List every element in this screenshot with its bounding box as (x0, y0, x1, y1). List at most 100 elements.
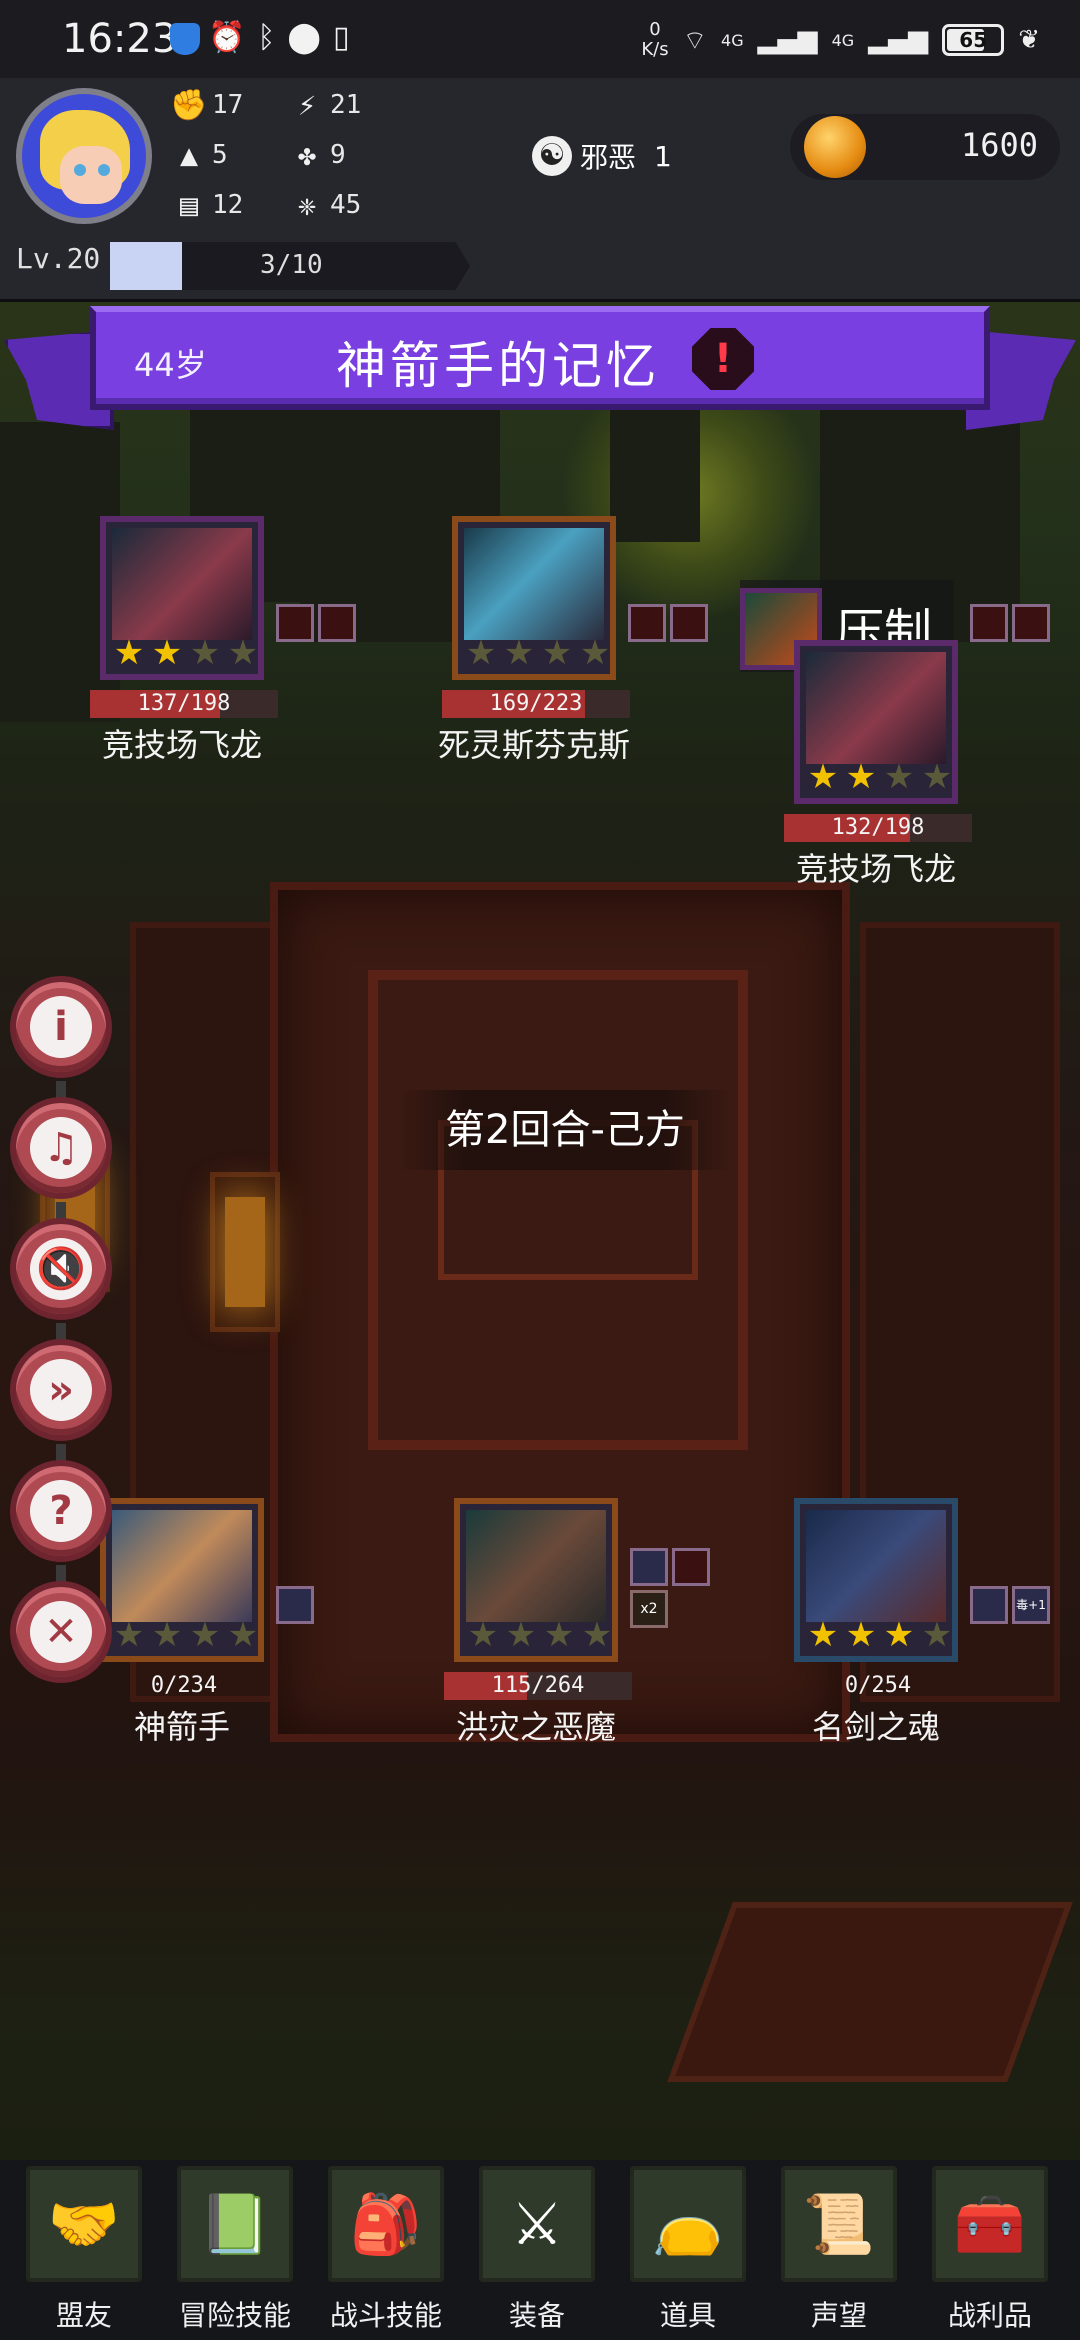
skill-icon[interactable] (628, 604, 666, 642)
nav-label: 战利品 (947, 2299, 1032, 2332)
unit-name: 死灵斯芬克斯 (437, 726, 630, 764)
nav-item-treasure-chest[interactable]: 🧰 战利品 (920, 2166, 1060, 2336)
star-empty-icon: ★ (262, 1618, 264, 1652)
nav-item-crossed-swords[interactable]: ⚔ 装备 (467, 2166, 607, 2336)
nav-item-scroll[interactable]: 📜 声望 (769, 2166, 909, 2336)
gold-amount: 1600 (960, 126, 1038, 164)
unit-portrait[interactable]: ★★★★★ (794, 640, 958, 804)
unit-name: 名剑之魂 (811, 1708, 940, 1746)
nav-item-pouch[interactable]: 👝 道具 (618, 2166, 758, 2336)
xp-bar: 3/10 (110, 242, 470, 290)
gold-coin-icon (804, 116, 866, 178)
sound-off-button[interactable]: 🔇 (10, 1218, 112, 1320)
star-empty-icon: ★ (883, 757, 915, 797)
unit-skills (276, 1586, 314, 1624)
star-empty-icon: ★ (616, 1618, 618, 1652)
close-icon: ✕ (30, 1601, 92, 1663)
signal-icon: ▂▄▆ (757, 25, 818, 55)
leaf-icon: ❦ (1018, 25, 1040, 55)
unit-portrait[interactable]: ★★★★★ (452, 516, 616, 680)
handshake-icon: 🤝 (26, 2166, 142, 2282)
star-rating: ★★★★★ (110, 1615, 264, 1655)
star-empty-icon: ★ (921, 757, 953, 797)
hp-bar: 115/264 (444, 1672, 632, 1700)
star-empty-icon: ★ (541, 633, 573, 673)
alignment: ☯ 邪恶 1 (532, 136, 672, 176)
hp-bar: 132/198 (784, 814, 972, 842)
skill-icon[interactable] (318, 604, 356, 642)
alignment-value: 1 (654, 139, 672, 173)
avatar[interactable] (16, 88, 152, 224)
star-rating: ★★★★★ (804, 1615, 958, 1655)
skill-icon[interactable]: 毒+1 (1012, 1586, 1050, 1624)
star-empty-icon: ★ (189, 633, 221, 673)
round-indicator: 第2回合-己方 (400, 1090, 730, 1170)
star-empty-icon: ★ (579, 633, 611, 673)
stat-magic: ▲ 5 (172, 137, 228, 173)
pouch-icon: 👝 (630, 2166, 746, 2282)
yin-yang-icon: ☯ (532, 136, 572, 176)
skill-icon[interactable] (970, 604, 1008, 642)
unit-skills (276, 604, 356, 642)
fast-forward-button[interactable]: » (10, 1339, 112, 1441)
star-empty-icon: ★ (262, 636, 264, 670)
unit-skills (630, 1548, 710, 1586)
star-empty-icon: ★ (614, 636, 616, 670)
nav-item-backpack[interactable]: 🎒 战斗技能 (316, 2166, 456, 2336)
skill-icon[interactable] (670, 604, 708, 642)
vibrate-icon: ▯ (332, 20, 362, 55)
star-empty-icon: ★ (227, 633, 259, 673)
status-right: 0 K/s ⌔ 4G ▂▄▆ 4G ▂▄▆ 65 ❦ (641, 20, 1040, 60)
star-empty-icon: ★ (956, 1618, 958, 1652)
skill-icon[interactable] (970, 1586, 1008, 1624)
skill-icon[interactable] (672, 1548, 710, 1586)
unit-portrait[interactable]: ★★★★★ (100, 1498, 264, 1662)
warning-icon[interactable]: ! (692, 328, 754, 390)
skill-icon[interactable] (276, 1586, 314, 1624)
skill-icon[interactable]: x2 (630, 1590, 668, 1628)
nav-item-handshake[interactable]: 🤝 盟友 (14, 2166, 154, 2336)
skill-icon[interactable] (630, 1548, 668, 1586)
star-empty-icon: ★ (503, 633, 535, 673)
hp-bar: 137/198 (90, 690, 278, 718)
unit-portrait[interactable]: ★★★★★ (454, 1498, 618, 1662)
info-button[interactable]: i (10, 976, 112, 1078)
unit-skills (628, 604, 708, 642)
star-filled-icon: ★ (883, 1615, 915, 1655)
wizard-hat-icon: ▲ (179, 137, 199, 173)
stat-strength: ✊ 17 (170, 87, 244, 123)
info-icon: i (30, 996, 92, 1058)
star-empty-icon: ★ (956, 760, 958, 794)
skill-icon[interactable] (276, 604, 314, 642)
skill-icon[interactable] (1012, 604, 1050, 642)
help-button[interactable]: ? (10, 1460, 112, 1562)
star-filled-icon: ★ (151, 633, 183, 673)
star-rating: ★★★★★ (804, 757, 958, 797)
treasure-chest-icon: 🧰 (932, 2166, 1048, 2282)
nav-item-spellbook[interactable]: 📗 冒险技能 (165, 2166, 305, 2336)
nav-label: 战斗技能 (329, 2299, 442, 2332)
signal-2-label: 4G (831, 30, 855, 50)
close-button[interactable]: ✕ (10, 1581, 112, 1683)
music-off-button[interactable]: ♫ (10, 1097, 112, 1199)
fast-forward-icon: » (30, 1359, 92, 1421)
unit-portrait[interactable]: ★★★★★ (794, 1498, 958, 1662)
star-empty-icon: ★ (543, 1615, 575, 1655)
star-rating: ★★★★★ (464, 1615, 618, 1655)
stat-knowledge: ▤ 12 (172, 188, 243, 223)
boot-icon: ⚡ (297, 87, 317, 123)
crossed-swords-icon: ⚔ (479, 2166, 595, 2282)
star-empty-icon: ★ (505, 1615, 537, 1655)
shield-icon (170, 22, 200, 55)
flood-demon-art (466, 1510, 606, 1622)
archer-art (112, 1510, 252, 1622)
unit-portrait[interactable]: ★★★★★ (100, 516, 264, 680)
gold-counter: 1600 (790, 114, 1060, 180)
hp-bar: 169/223 (442, 690, 630, 718)
star-rating: ★★★★★ (110, 633, 264, 673)
question-icon: ? (30, 1480, 92, 1542)
scroll-icon: 📜 (781, 2166, 897, 2282)
signal-1-label: 4G (721, 30, 744, 50)
clover-icon: ✤ (297, 137, 317, 173)
star-empty-icon: ★ (227, 1615, 259, 1655)
